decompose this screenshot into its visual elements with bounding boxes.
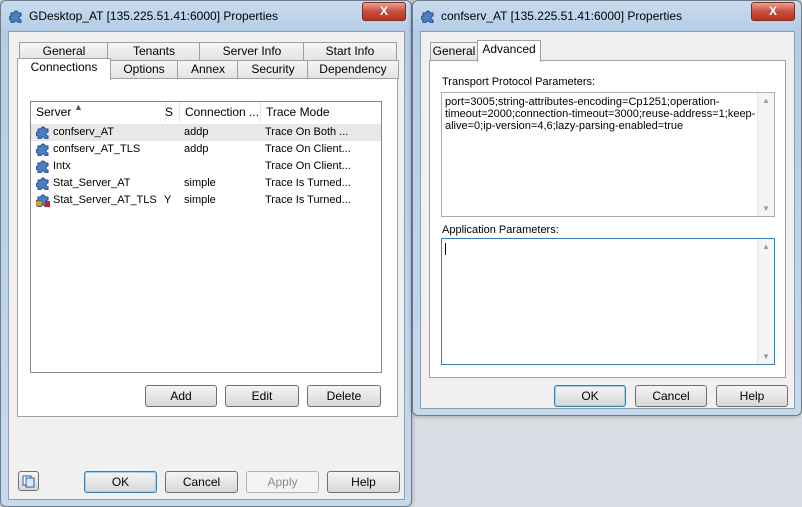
table-row[interactable]: confserv_AT addp Trace On Both ... — [31, 124, 381, 141]
cancel-button[interactable]: Cancel — [635, 385, 707, 407]
tab-security[interactable]: Security — [237, 60, 309, 79]
cell-server: Intx — [53, 160, 71, 172]
apply-button[interactable]: Apply — [246, 471, 319, 493]
column-header-server[interactable]: Server ▲ — [31, 102, 166, 122]
table-row[interactable]: Stat_Server_AT_TLS Y simple Trace Is Tur… — [31, 192, 381, 209]
server-puzzle-icon — [36, 160, 49, 173]
connection-advanced-properties-window: confserv_AT [135.225.51.41:6000] Propert… — [412, 0, 802, 416]
connections-panel: Server ▲ S Connection ... Trace Mode con… — [17, 78, 398, 417]
delete-button[interactable]: Delete — [307, 385, 381, 407]
tab-dependency[interactable]: Dependency — [307, 60, 399, 79]
text-cursor — [445, 243, 446, 255]
help-button[interactable]: Help — [716, 385, 788, 407]
close-button[interactable]: X — [751, 2, 795, 21]
scroll-up-icon: ▲ — [762, 96, 770, 105]
cell-server: Stat_Server_AT_TLS — [53, 194, 157, 206]
scroll-down-icon: ▼ — [762, 352, 770, 361]
cell-trace-mode: Trace On Both ... — [265, 126, 349, 138]
application-parameters-label: Application Parameters: — [442, 224, 559, 236]
ok-button[interactable]: OK — [84, 471, 157, 493]
close-button[interactable]: X — [362, 2, 406, 21]
advanced-panel: Transport Protocol Parameters: port=3005… — [429, 60, 786, 378]
tab-advanced[interactable]: Advanced — [477, 40, 541, 62]
tab-tenants[interactable]: Tenants — [107, 42, 201, 61]
dialog-body: General Tenants Server Info Start Info C… — [8, 31, 405, 500]
title-bar[interactable]: GDesktop_AT [135.225.51.41:6000] Propert… — [1, 1, 411, 31]
cell-connection: simple — [184, 177, 216, 189]
cell-connection: addp — [184, 126, 209, 138]
transport-parameters-label: Transport Protocol Parameters: — [442, 76, 596, 88]
cell-server: confserv_AT — [53, 126, 114, 138]
connections-properties-window: GDesktop_AT [135.225.51.41:6000] Propert… — [0, 0, 412, 507]
table-row[interactable]: Stat_Server_AT simple Trace Is Turned... — [31, 175, 381, 192]
server-puzzle-icon — [36, 177, 49, 190]
server-lock-puzzle-icon — [36, 194, 50, 207]
tab-server-info[interactable]: Server Info — [199, 42, 305, 61]
cancel-button[interactable]: Cancel — [165, 471, 238, 493]
ok-button[interactable]: OK — [554, 385, 626, 407]
tab-annex[interactable]: Annex — [177, 60, 239, 79]
table-row[interactable]: confserv_AT_TLS addp Trace On Client... — [31, 141, 381, 158]
column-header-trace-mode[interactable]: Trace Mode — [261, 102, 380, 122]
tab-general[interactable]: General — [430, 42, 478, 61]
server-puzzle-icon — [36, 143, 49, 156]
cell-trace-mode: Trace On Client... — [265, 143, 351, 155]
cell-connection: addp — [184, 143, 209, 155]
transport-parameters-value: port=3005;string-attributes-encoding=Cp1… — [445, 96, 756, 132]
vertical-scrollbar[interactable]: ▲ ▼ — [757, 93, 774, 216]
table-row[interactable]: Intx Trace On Client... — [31, 158, 381, 175]
scroll-up-icon: ▲ — [762, 242, 770, 251]
app-puzzle-icon — [421, 10, 434, 23]
copy-properties-button[interactable] — [18, 471, 39, 491]
scroll-down-icon: ▼ — [762, 204, 770, 213]
cell-trace-mode: Trace Is Turned... — [265, 194, 351, 206]
cell-server: confserv_AT_TLS — [53, 143, 141, 155]
column-header-connection[interactable]: Connection ... — [180, 102, 261, 122]
vertical-scrollbar[interactable]: ▲ ▼ — [757, 239, 774, 364]
application-parameters-field[interactable]: ▲ ▼ — [441, 238, 775, 365]
app-puzzle-icon — [9, 10, 22, 23]
dialog-body: General Advanced Transport Protocol Para… — [420, 31, 795, 409]
add-button[interactable]: Add — [145, 385, 217, 407]
transport-parameters-field[interactable]: port=3005;string-attributes-encoding=Cp1… — [441, 92, 775, 217]
tab-options[interactable]: Options — [109, 60, 179, 79]
edit-button[interactable]: Edit — [225, 385, 299, 407]
cell-connection: simple — [184, 194, 216, 206]
window-title: confserv_AT [135.225.51.41:6000] Propert… — [441, 9, 683, 23]
cell-s: Y — [164, 194, 172, 206]
cell-trace-mode: Trace On Client... — [265, 160, 351, 172]
cell-trace-mode: Trace Is Turned... — [265, 177, 351, 189]
copy-pages-icon — [22, 475, 35, 488]
server-puzzle-icon — [36, 126, 49, 139]
window-title: GDesktop_AT [135.225.51.41:6000] Propert… — [29, 9, 279, 23]
connections-list[interactable]: Server ▲ S Connection ... Trace Mode con… — [30, 101, 382, 373]
tab-connections[interactable]: Connections — [17, 58, 111, 80]
tab-start-info[interactable]: Start Info — [303, 42, 397, 61]
help-button[interactable]: Help — [327, 471, 400, 493]
sort-ascending-icon: ▲ — [74, 102, 83, 112]
cell-server: Stat_Server_AT — [53, 177, 131, 189]
column-header-s[interactable]: S — [160, 102, 180, 122]
title-bar[interactable]: confserv_AT [135.225.51.41:6000] Propert… — [413, 1, 801, 31]
